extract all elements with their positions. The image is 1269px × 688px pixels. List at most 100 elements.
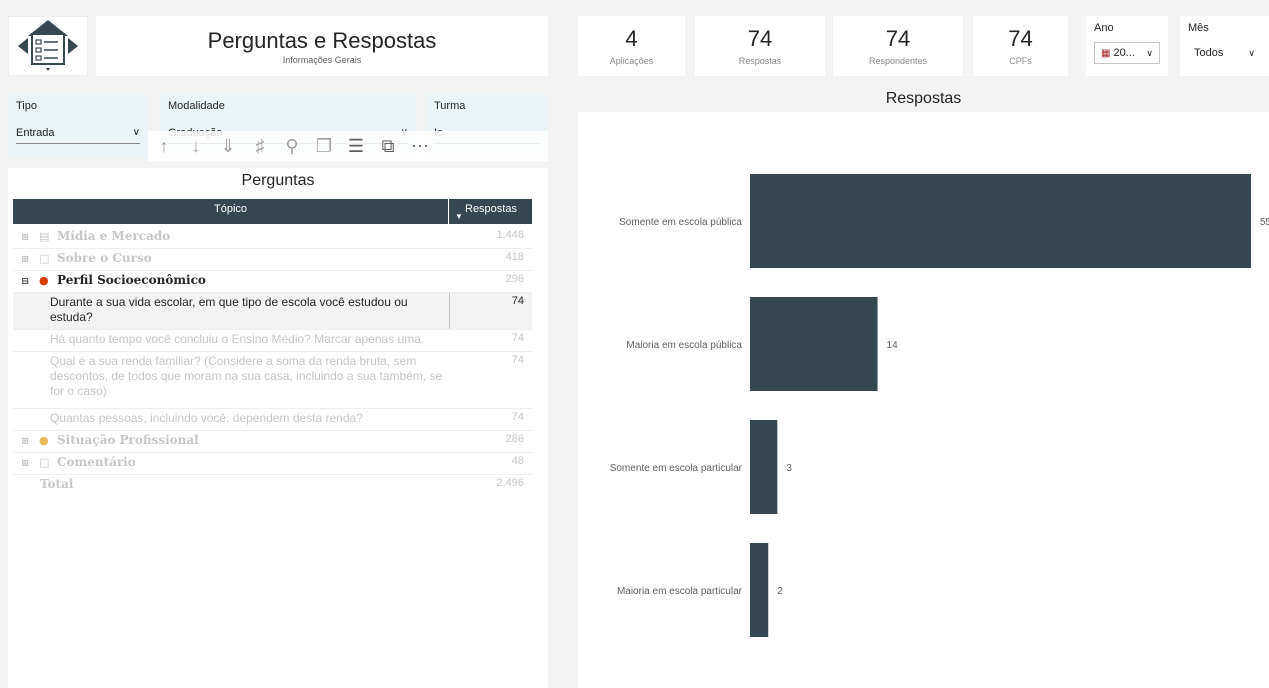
table-total-row: Total 2.496 bbox=[13, 475, 532, 497]
table-row[interactable]: ⊞ ● Situação Profissional 286 bbox=[13, 431, 532, 453]
row-value: 286 bbox=[505, 433, 524, 445]
data-label: 55 bbox=[1260, 217, 1269, 228]
sort-descending-icon: ▼ bbox=[455, 212, 463, 221]
table-row-selected[interactable]: Durante a sua vida escolar, em que tipo … bbox=[13, 293, 532, 330]
cell-divider bbox=[449, 293, 450, 329]
chevron-down-icon: ∨ bbox=[132, 127, 140, 138]
row-label: Qual é a sua renda familiar? (Considere … bbox=[50, 354, 443, 398]
expand-icon[interactable]: ⊞ bbox=[21, 230, 33, 245]
data-label: 3 bbox=[786, 463, 792, 474]
table-row[interactable]: Há quanto tempo você concluiu o Ensino M… bbox=[13, 330, 532, 352]
category-label: Maioria em escola pública bbox=[626, 340, 742, 351]
bar[interactable] bbox=[750, 297, 878, 391]
more-options-icon[interactable]: ⋯ bbox=[404, 136, 436, 157]
form-icon bbox=[18, 20, 78, 71]
slicer-modalidade-label: Modalidade bbox=[168, 100, 225, 112]
row-label: Durante a sua vida escolar, em que tipo … bbox=[50, 295, 408, 324]
pin-icon[interactable]: ⚲ bbox=[276, 136, 308, 157]
category-label: Somente em escola particular bbox=[610, 463, 743, 474]
row-value: 74 bbox=[511, 295, 524, 307]
table-row[interactable]: Qual é a sua renda familiar? (Considere … bbox=[13, 352, 532, 409]
bar[interactable] bbox=[750, 174, 1251, 268]
column-header-topico[interactable]: Tópico bbox=[13, 199, 449, 224]
kpi-value: 74 bbox=[885, 26, 911, 51]
table-row[interactable]: Quantas pessoas, incluindo você, depende… bbox=[13, 409, 532, 431]
bar-chart-svg: Somente em escola pública 55 Maioria em es… bbox=[610, 174, 1269, 637]
data-label: 2 bbox=[777, 586, 783, 597]
slicer-ano-dropdown[interactable]: ▦ 20... ∨ bbox=[1094, 42, 1160, 64]
kpi-respostas: 74 Respostas bbox=[695, 16, 825, 76]
expand-next-level-icon[interactable]: ⇓ bbox=[212, 136, 244, 157]
table-row[interactable]: ⊞ □ Comentário 48 bbox=[13, 453, 532, 475]
perguntas-matrix: Perguntas Tópico Respostas ▼ ⊞ ▤ Mídia e M… bbox=[8, 168, 548, 688]
filter-icon[interactable]: ☰ bbox=[340, 136, 372, 157]
kpi-label: Respondentes bbox=[868, 56, 928, 66]
table-row[interactable]: ⊞ ▤ Mídia e Mercado 1.448 bbox=[13, 227, 532, 249]
drill-up-icon[interactable]: ↑ bbox=[148, 136, 180, 157]
chart-title: Respostas bbox=[578, 88, 1269, 112]
kpi-label: Respostas bbox=[738, 56, 782, 66]
expand-hierarchy-icon[interactable]: ♯ bbox=[244, 136, 276, 157]
collapse-icon[interactable]: ⊟ bbox=[21, 274, 33, 289]
row-value: 74 bbox=[511, 332, 524, 344]
row-value: 296 bbox=[505, 273, 524, 285]
kpi-respondentes: 74 Respondentes bbox=[833, 16, 963, 76]
chevron-down-icon: ∨ bbox=[1248, 47, 1255, 58]
row-value: 418 bbox=[505, 251, 524, 263]
row-label: Há quanto tempo você concluiu o Ensino M… bbox=[50, 332, 425, 346]
row-value: 74 bbox=[511, 354, 524, 366]
total-value: 2.496 bbox=[496, 477, 524, 489]
focus-mode-icon[interactable]: ⧉ bbox=[372, 136, 404, 157]
category-label: Somente em escola pública bbox=[619, 217, 742, 228]
bar[interactable] bbox=[750, 420, 778, 514]
kpi-aplicacoes: 4 Aplicações bbox=[578, 16, 685, 76]
expand-icon[interactable]: ⊞ bbox=[21, 252, 33, 267]
table-row[interactable]: ⊟ ● Perfil Socioeconômico 296 bbox=[13, 271, 532, 293]
row-label: Sobre o Curso bbox=[57, 251, 152, 265]
data-label: 14 bbox=[887, 340, 899, 351]
kpi-value: 74 bbox=[1008, 26, 1033, 51]
slicer-mes: Mês Todos ∨ bbox=[1180, 16, 1269, 76]
table-row[interactable]: ⊞ □ Sobre o Curso 418 bbox=[13, 249, 532, 271]
row-label: Perfil Socioeconômico bbox=[57, 273, 206, 287]
slicer-turma-label: Turma bbox=[434, 100, 466, 112]
row-label: Quantas pessoas, incluindo você, depende… bbox=[50, 411, 363, 425]
category-label: Maioria em escola particular bbox=[617, 586, 743, 597]
expand-icon[interactable]: ⊞ bbox=[21, 456, 33, 471]
kpi-label: Aplicações bbox=[609, 56, 654, 66]
kpi-value: 4 bbox=[625, 26, 638, 51]
slicer-tipo-label: Tipo bbox=[16, 100, 37, 112]
newspaper-icon: ▤ bbox=[39, 230, 50, 243]
row-value: 74 bbox=[511, 411, 524, 423]
matrix-title: Perguntas bbox=[241, 172, 315, 189]
kpi-label: CPFs bbox=[1009, 56, 1032, 66]
slicer-ano-value: 20... bbox=[1113, 47, 1135, 59]
slicer-ano-label: Ano bbox=[1094, 22, 1114, 34]
calendar-icon: ▦ bbox=[1101, 48, 1111, 59]
page-subtitle: Informações Gerais bbox=[282, 54, 362, 65]
comment-icon: □ bbox=[39, 456, 50, 469]
slicer-ano: Ano ▦ 20... ∨ bbox=[1086, 16, 1168, 76]
slicer-mes-dropdown[interactable]: Todos ∨ bbox=[1188, 42, 1261, 64]
kpi-cpfs: 74 CPFs bbox=[973, 16, 1068, 76]
slicer-mes-label: Mês bbox=[1188, 22, 1209, 34]
row-value: 48 bbox=[511, 455, 524, 467]
slicer-mes-value: Todos bbox=[1194, 47, 1224, 59]
people-icon: ● bbox=[39, 274, 49, 287]
chevron-down-icon: ∨ bbox=[1146, 47, 1153, 58]
respostas-chart: Respostas Somente em escola pública 55 Mai… bbox=[578, 88, 1269, 688]
row-label: Mídia e Mercado bbox=[57, 229, 171, 243]
bar[interactable] bbox=[750, 543, 769, 637]
drill-down-icon[interactable]: ↓ bbox=[180, 136, 212, 157]
book-icon: □ bbox=[39, 252, 50, 265]
row-label: Situação Profissional bbox=[57, 433, 199, 447]
row-value: 1.448 bbox=[496, 229, 524, 241]
row-label: Comentário bbox=[57, 455, 136, 469]
copy-icon[interactable]: ❐ bbox=[308, 136, 340, 157]
slicer-tipo: Tipo Entrada ∨ bbox=[8, 94, 148, 158]
slicer-tipo-value: Entrada bbox=[16, 126, 55, 139]
slicer-tipo-dropdown[interactable]: Entrada ∨ bbox=[16, 122, 140, 144]
app-logo bbox=[8, 16, 88, 76]
expand-icon[interactable]: ⊞ bbox=[21, 434, 33, 449]
page-title-card: Perguntas e Respostas Informações Gerais bbox=[96, 16, 548, 76]
